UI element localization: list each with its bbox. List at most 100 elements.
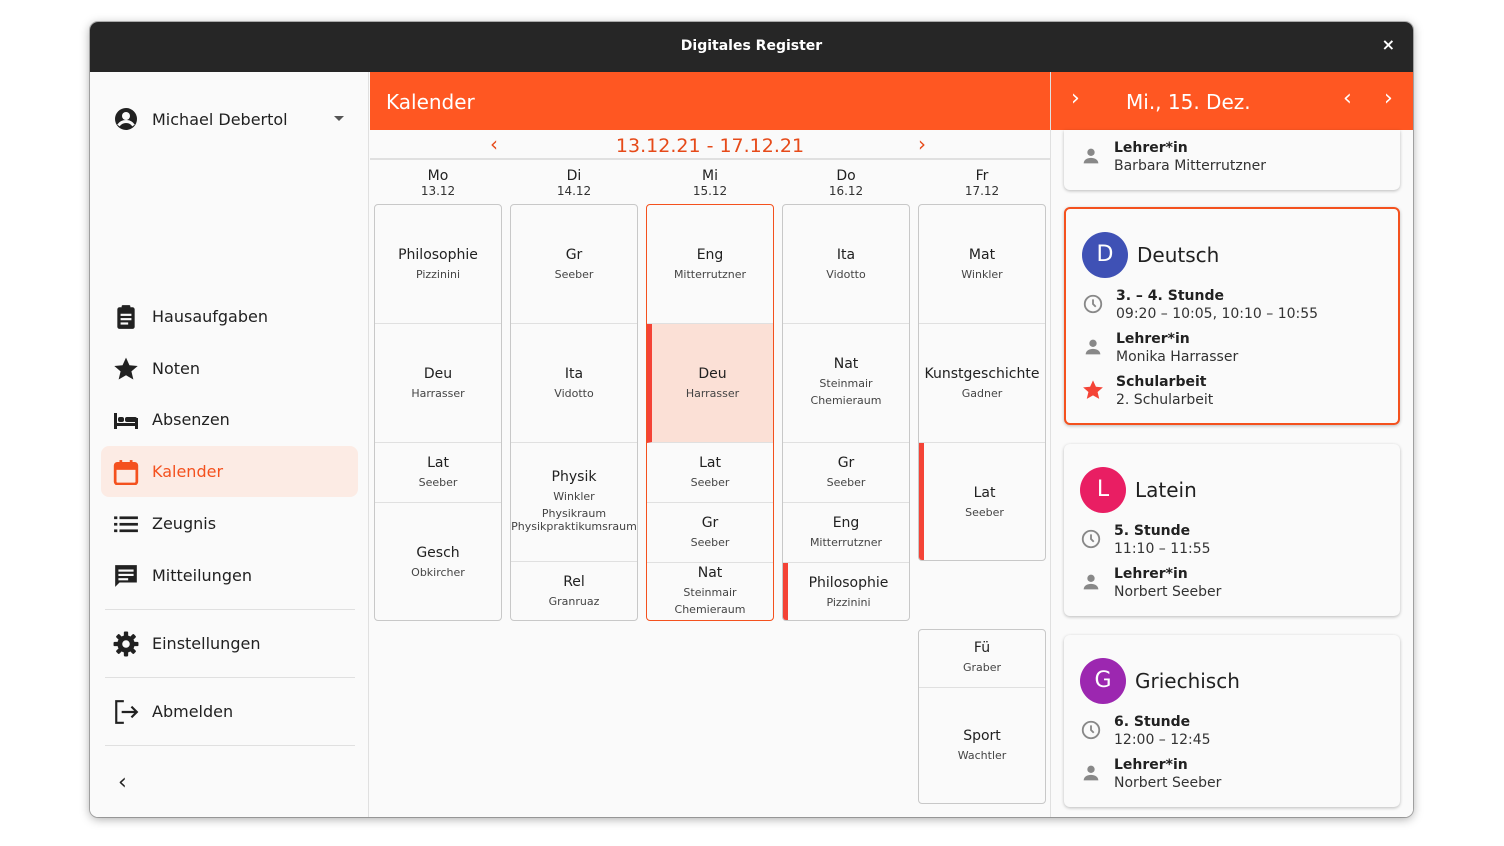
lesson-subject: Gr (701, 515, 719, 531)
logout-icon (115, 700, 139, 724)
sidebar-item-einstellungen[interactable]: Einstellungen (101, 618, 358, 669)
lesson-cell[interactable]: Ita Vidotto (511, 324, 637, 443)
collapse-sidebar-button[interactable]: ‹ (118, 770, 127, 795)
next-day-button[interactable]: › (1384, 86, 1393, 111)
lesson-card-griechisch[interactable]: G Griechisch 6. Stunde 12:00 – 12:45 Leh… (1064, 635, 1400, 807)
day-header: Mi 15.12 (646, 168, 774, 198)
lesson-cell[interactable]: Eng Mitterrutzner (647, 205, 773, 324)
account-name: Michael Debertol (152, 110, 288, 129)
lesson-cell[interactable]: Gr Seeber (783, 443, 909, 503)
lesson-teacher: Steinmair (683, 586, 737, 599)
lesson-card-deutsch[interactable]: D Deutsch 3. – 4. Stunde 09:20 – 10:05, … (1064, 207, 1400, 425)
lesson-room: Chemieraum (810, 394, 882, 407)
teacher-value: Barbara Mitterrutzner (1114, 158, 1266, 174)
day-date: 15.12 (692, 184, 728, 198)
day-detail-panel: › Mi., 15. Dez. ‹ › Lehrer*in Barbara Mi… (1050, 72, 1413, 817)
lesson-subject: Fü (973, 640, 991, 656)
lesson-teacher: Seeber (690, 476, 730, 489)
lesson-cell[interactable]: Rel Granruaz (511, 562, 637, 620)
lesson-card-previous[interactable]: Lehrer*in Barbara Mitterrutzner (1064, 130, 1400, 190)
close-detail-chevron-icon[interactable]: › (1071, 86, 1080, 111)
lesson-cell-selected[interactable]: Deu Harrasser (647, 324, 773, 443)
lesson-subject: Gesch (416, 545, 460, 561)
day-name: Mo (427, 168, 449, 184)
lesson-cell[interactable]: Fü Graber (919, 630, 1045, 688)
lesson-cell[interactable]: Lat Seeber (647, 443, 773, 503)
lesson-cell[interactable]: Philosophie Pizzinini (783, 563, 909, 620)
lesson-subject: Sport (963, 728, 1001, 744)
lesson-subject: Eng (696, 247, 724, 263)
sidebar-item-label: Mitteilungen (152, 566, 252, 585)
close-button[interactable]: × (1382, 35, 1395, 54)
lesson-cell[interactable]: Gesch Obkircher (375, 503, 501, 620)
sidebar-item-kalender[interactable]: Kalender (101, 446, 358, 497)
time-value: 11:10 – 11:55 (1114, 541, 1211, 557)
lesson-cell[interactable]: Deu Harrasser (375, 324, 501, 443)
exam-value: 2. Schularbeit (1116, 392, 1214, 408)
person-icon (1083, 765, 1099, 781)
lesson-subject: Gr (565, 247, 583, 263)
lesson-teacher: Winkler (961, 268, 1003, 281)
sidebar-item-zeugnis[interactable]: Zeugnis (101, 498, 358, 549)
lesson-subject: Ita (836, 247, 856, 263)
lesson-cell[interactable]: Eng Mitterrutzner (783, 503, 909, 563)
next-week-button[interactable]: › (918, 132, 926, 156)
app-window: Digitales Register × Michael Debertol Ha… (90, 22, 1413, 817)
lesson-cell[interactable]: Philosophie Pizzinini (375, 205, 501, 324)
teacher-value: Norbert Seeber (1114, 584, 1222, 600)
lesson-teacher: Vidotto (826, 268, 866, 281)
day-header: Mo 13.12 (374, 168, 502, 198)
bed-icon (114, 413, 138, 429)
day-column-mi: Eng Mitterrutzner Deu Harrasser Lat Seeber … (646, 204, 774, 621)
subject-avatar: D (1082, 232, 1128, 278)
day-column-fr-afternoon: Fü Graber Sport Wachtler (918, 629, 1046, 804)
lesson-subject: Lat (427, 455, 449, 471)
lesson-teacher: Graber (962, 661, 1002, 674)
subject-name: Deutsch (1137, 243, 1220, 267)
star-icon (114, 357, 138, 380)
lesson-teacher: Wachtler (957, 749, 1007, 762)
day-name: Fr (975, 168, 989, 184)
lesson-subject: Philosophie (808, 575, 889, 591)
time-label: 5. Stunde (1114, 523, 1191, 539)
lesson-card-latein[interactable]: L Latein 5. Stunde 11:10 – 11:55 Lehrer*… (1064, 444, 1400, 616)
lesson-teacher: Seeber (965, 506, 1004, 519)
previous-day-button[interactable]: ‹ (1343, 86, 1352, 111)
lesson-cell[interactable]: Sport Wachtler (919, 688, 1045, 803)
divider (105, 677, 355, 678)
day-header: Fr 17.12 (918, 168, 1046, 198)
account-switcher[interactable]: Michael Debertol (114, 102, 344, 136)
lesson-cell[interactable]: Gr Seeber (647, 503, 773, 563)
sidebar-item-hausaufgaben[interactable]: Hausaufgaben (101, 291, 358, 342)
sidebar-item-abmelden[interactable]: Abmelden (101, 686, 358, 737)
day-column-mo: Philosophie Pizzinini Deu Harrasser Lat See… (374, 204, 502, 621)
sidebar-item-absenzen[interactable]: Absenzen (101, 394, 358, 445)
clock-icon (1081, 529, 1101, 549)
lesson-cell[interactable]: Nat Steinmair Chemieraum (783, 324, 909, 443)
sidebar-item-noten[interactable]: Noten (101, 343, 358, 394)
sidebar-item-label: Absenzen (152, 410, 230, 429)
lesson-cell[interactable]: Mat Winkler (919, 205, 1045, 324)
lesson-cell[interactable]: Gr Seeber (511, 205, 637, 324)
lesson-room: Physikraum Physikpraktikumsraum (511, 507, 637, 533)
sidebar-item-mitteilungen[interactable]: Mitteilungen (101, 550, 358, 601)
day-header: Di 14.12 (510, 168, 638, 198)
lesson-teacher: Granruaz (548, 595, 600, 608)
person-icon (1083, 148, 1099, 164)
lesson-cell[interactable]: Kunstgeschichte Gadner (919, 324, 1045, 443)
lesson-subject: Physik (551, 469, 597, 485)
lesson-cell[interactable]: Physik Winkler Physikraum Physikpraktikums… (511, 443, 637, 562)
subject-name: Latein (1135, 478, 1197, 502)
sidebar-item-label: Zeugnis (152, 514, 217, 533)
week-navigator: ‹ 13.12.21 - 17.12.21 › (370, 130, 1050, 160)
lesson-cell[interactable]: Lat Seeber (919, 443, 1045, 560)
teacher-label: Lehrer*in (1114, 140, 1188, 156)
lesson-cell[interactable]: Lat Seeber (375, 443, 501, 503)
teacher-label: Lehrer*in (1114, 757, 1188, 773)
lesson-cell[interactable]: Nat Steinmair Chemieraum (647, 563, 773, 620)
sidebar-item-label: Einstellungen (152, 634, 261, 653)
lesson-teacher: Steinmair (819, 377, 873, 390)
time-label: 3. – 4. Stunde (1116, 288, 1224, 304)
gear-icon (113, 631, 139, 657)
lesson-cell[interactable]: Ita Vidotto (783, 205, 909, 324)
